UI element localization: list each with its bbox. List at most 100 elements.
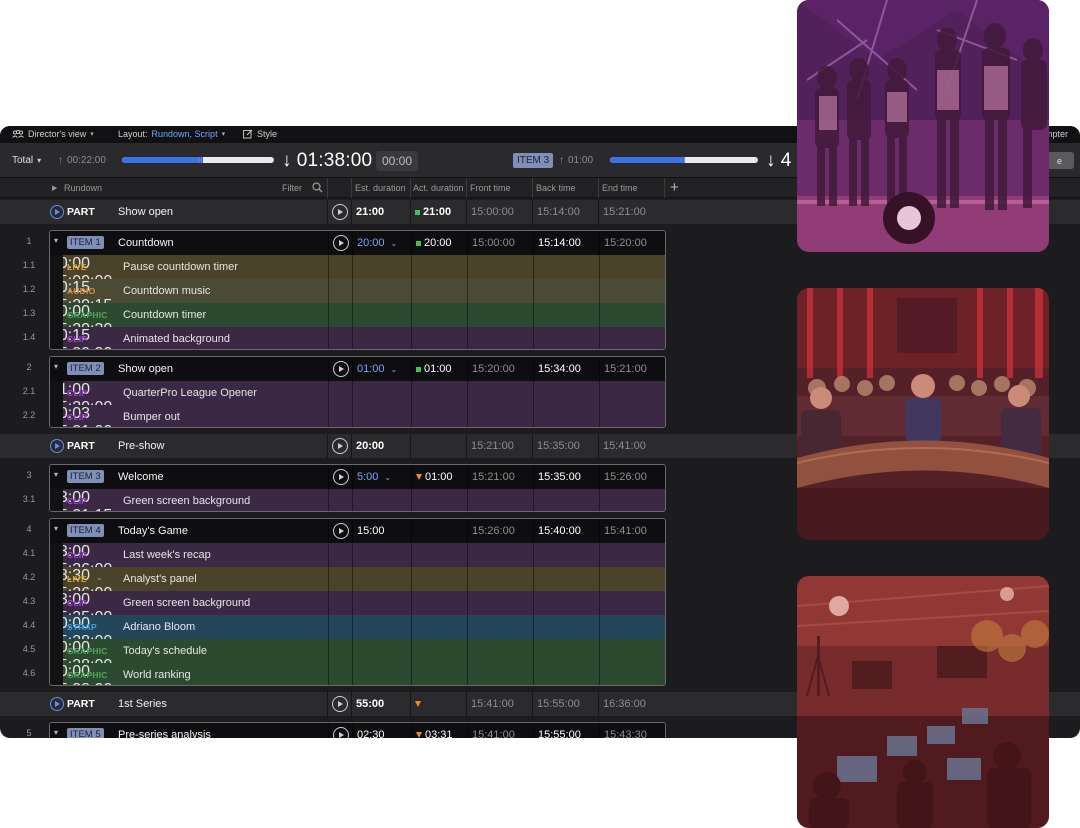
play-icon[interactable] bbox=[333, 469, 349, 485]
sub-item-number: 4.4 bbox=[22, 620, 36, 630]
sub-item-type: CLIP bbox=[67, 334, 88, 344]
play-icon[interactable] bbox=[333, 235, 349, 251]
sub-item-title: Animated background bbox=[123, 333, 231, 345]
item-est-duration[interactable]: 02:30 bbox=[353, 723, 411, 738]
item-est-duration[interactable]: 5:00 ⌄ bbox=[353, 465, 411, 489]
item-title: Show open bbox=[118, 363, 174, 375]
item-end-time-value: 15:26:00 bbox=[604, 471, 647, 483]
part-est-duration[interactable]: 21:00 bbox=[352, 200, 410, 224]
expand-caret-icon[interactable]: ▾ bbox=[54, 728, 58, 737]
play-icon[interactable] bbox=[333, 523, 349, 539]
item-front-time: 15:21:00 bbox=[468, 465, 533, 489]
add-column-button[interactable]: + bbox=[670, 179, 679, 196]
item-front-time-value: 15:41:00 bbox=[472, 729, 515, 738]
column-divider bbox=[352, 327, 353, 349]
col-end-time[interactable]: End time bbox=[602, 183, 638, 193]
column-divider bbox=[599, 543, 600, 567]
item-number: 2 bbox=[26, 362, 32, 372]
part-est-duration[interactable]: 55:00 bbox=[352, 692, 410, 716]
expand-caret-icon[interactable]: ▾ bbox=[54, 362, 58, 371]
sub-item-row[interactable]: CLIPGreen screen background03:0015:35:00… bbox=[50, 591, 665, 662]
item-est-duration[interactable]: 20:00 ⌄ bbox=[353, 231, 411, 255]
expand-caret-icon[interactable]: ▾ bbox=[54, 236, 58, 245]
total-selector[interactable]: Total ▾ bbox=[12, 143, 41, 178]
sub-number-row: 1.2 bbox=[0, 278, 48, 302]
play-circle-icon[interactable] bbox=[50, 439, 64, 453]
sub-number-row: 4.5 bbox=[0, 638, 48, 662]
item-elapsed-value: 01:00 bbox=[568, 155, 594, 166]
item-est-duration[interactable]: 15:00 bbox=[353, 519, 411, 543]
sub-item-type: CLIP bbox=[67, 598, 88, 608]
column-divider bbox=[352, 405, 353, 427]
part-label: PART bbox=[67, 206, 95, 218]
play-icon[interactable] bbox=[332, 696, 348, 712]
item-elapsed: ↑ 01:00 bbox=[559, 143, 593, 178]
current-item: ITEM 3 bbox=[513, 143, 554, 178]
play-icon[interactable] bbox=[333, 361, 349, 377]
column-divider bbox=[467, 615, 468, 639]
sub-item-row[interactable]: CLIPQuarterPro League Opener01:0015:20:0… bbox=[50, 381, 665, 427]
chevron-down-icon[interactable]: ⌄ bbox=[391, 239, 398, 248]
style-menu[interactable]: Style bbox=[243, 129, 277, 139]
layout-menu[interactable]: Layout: Rundown, Script ▾ bbox=[118, 129, 225, 139]
directors-view-menu[interactable]: Director's view ▾ bbox=[12, 129, 94, 139]
item-est-duration[interactable]: 01:00 ⌄ bbox=[353, 357, 411, 381]
chevron-down-icon[interactable]: ⌄ bbox=[391, 365, 398, 374]
part-est-duration-value: 21:00 bbox=[356, 206, 385, 218]
caret-right-icon[interactable]: ▶ bbox=[52, 184, 57, 192]
chevron-down-icon[interactable]: ⌄ bbox=[384, 473, 391, 482]
part-front-time: 15:00:00 bbox=[467, 200, 532, 224]
expand-caret-icon[interactable]: ▾ bbox=[54, 524, 58, 533]
play-icon[interactable] bbox=[332, 438, 348, 454]
play-circle-icon[interactable] bbox=[50, 205, 64, 219]
sub-item-row[interactable]: STRAPAdriano Bloom00:0015:38:0015:55:001… bbox=[50, 615, 665, 685]
sub-item-row[interactable]: LIVEAnalyst's panel08:30⌄15:26:0015:42:3… bbox=[50, 567, 665, 638]
item-title: Countdown bbox=[118, 237, 174, 249]
sub-item-row[interactable]: GRAPHICCountdown timer00:0015:20:3015:34… bbox=[50, 303, 665, 349]
sub-item-row[interactable]: AUDIOCountdown music00:1515:20:1515:34:0… bbox=[50, 279, 665, 349]
sub-item-type: GRAPHIC bbox=[67, 646, 108, 656]
column-divider bbox=[533, 381, 534, 405]
part-est-duration[interactable]: 20:00 bbox=[352, 434, 410, 458]
sub-item-type: GRAPHIC bbox=[67, 310, 108, 320]
divider bbox=[410, 178, 411, 198]
item-act-duration: 03:31 bbox=[412, 723, 467, 738]
column-divider bbox=[467, 567, 468, 591]
sub-item-row[interactable]: GRAPHICToday's schedule00:0015:38:0015:5… bbox=[50, 639, 665, 685]
chevron-down-icon[interactable]: ⌄ bbox=[96, 573, 103, 582]
item-number: 3 bbox=[26, 470, 32, 480]
divider bbox=[327, 178, 328, 198]
status-arrow-orange bbox=[416, 732, 422, 738]
col-act-duration[interactable]: Act. duration bbox=[413, 183, 464, 193]
status-dot-green bbox=[416, 366, 421, 372]
sub-item-number: 4.3 bbox=[22, 596, 36, 606]
sub-item-row[interactable]: GRAPHICWorld ranking00:0015:38:0015:55:0… bbox=[50, 663, 665, 685]
filter-label[interactable]: Filter bbox=[282, 183, 302, 193]
expand-caret-icon[interactable]: ▾ bbox=[54, 470, 58, 479]
play-icon[interactable] bbox=[332, 204, 348, 220]
column-divider bbox=[467, 663, 468, 685]
sub-number-row: 4.1 bbox=[0, 542, 48, 566]
sub-item-row[interactable]: CLIPLast week's recap03:0015:26:0015:40:… bbox=[50, 543, 665, 614]
play-circle-icon[interactable] bbox=[50, 697, 64, 711]
sub-item-row[interactable]: CLIPAnimated background00:1515:20:3015:3… bbox=[50, 327, 665, 349]
sub-number-row: 4.6 bbox=[0, 662, 48, 686]
column-divider bbox=[328, 231, 329, 255]
part-title: 1st Series bbox=[118, 698, 167, 710]
column-divider bbox=[328, 639, 329, 663]
col-est-duration[interactable]: Est. duration bbox=[355, 183, 406, 193]
item-title: Welcome bbox=[118, 471, 164, 483]
item-row: ▾ ITEM 3 Welcome 5:00 ⌄ 01:00 15:21:00 15:35:00… bbox=[50, 465, 665, 489]
sub-item-row[interactable]: CLIPGreen screen background03:0015:21:15… bbox=[50, 489, 665, 511]
col-back-time[interactable]: Back time bbox=[536, 183, 576, 193]
search-icon[interactable] bbox=[312, 182, 323, 193]
col-front-time[interactable]: Front time bbox=[470, 183, 511, 193]
column-divider bbox=[467, 489, 468, 511]
sub-item-row[interactable]: LIVEPause countdown timer20:0015:00:0015… bbox=[50, 255, 665, 326]
item-tag: ITEM 3 bbox=[67, 470, 104, 483]
elapsed-value: 00:22:00 bbox=[67, 155, 106, 166]
play-icon[interactable] bbox=[333, 727, 349, 738]
column-divider bbox=[328, 357, 329, 381]
sub-item-row[interactable]: CLIPBumper out00:0315:21:0015:35:0015:21… bbox=[50, 405, 665, 427]
item-front-time: 15:41:00 bbox=[468, 723, 533, 738]
